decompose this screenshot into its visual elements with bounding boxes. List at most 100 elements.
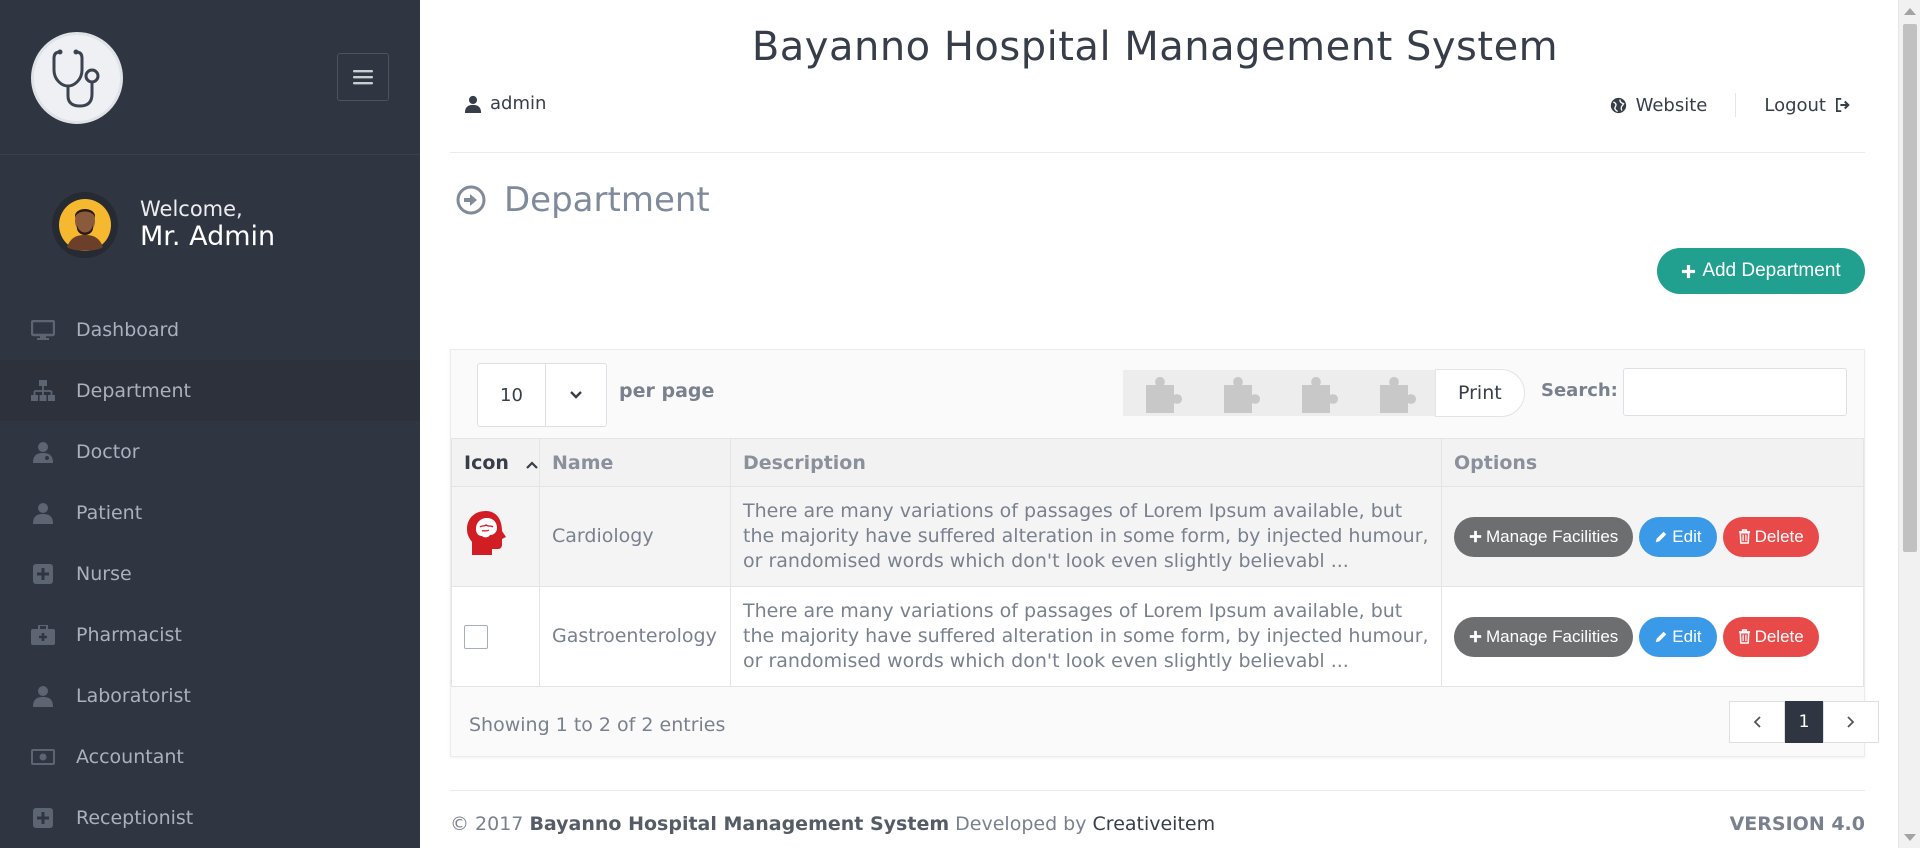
user-icon [464,95,482,113]
main-content: Bayanno Hospital Management System admin… [420,0,1898,848]
footer-copyright: © 2017 Bayanno Hospital Management Syste… [450,813,1215,835]
add-department-label: Add Department [1702,260,1841,281]
previous-page-button[interactable] [1729,701,1785,743]
sidebar-item-pharmacist[interactable]: Pharmacist [0,604,420,665]
sidebar-item-label: Accountant [76,745,184,768]
page-button-current[interactable]: 1 [1785,701,1823,743]
department-table-panel: 10 per page Print Search: Icon Name Desc… [450,349,1879,757]
developed-by-text: Developed by [955,813,1087,835]
logout-label: Logout [1764,94,1826,116]
current-user-link[interactable]: admin [464,93,546,114]
sidebar-item-department[interactable]: Department [0,360,420,421]
per-page-value: 10 [500,384,523,406]
search-input[interactable] [1623,368,1847,416]
print-button[interactable]: Print [1435,369,1525,417]
column-header-icon[interactable]: Icon [451,438,540,487]
sitemap-icon [30,379,56,402]
sign-out-icon [1836,98,1850,112]
plus-icon [1469,530,1482,543]
page-scrollbar[interactable] [1898,0,1920,848]
delete-button[interactable]: Delete [1722,616,1819,657]
sidebar-item-accountant[interactable]: Accountant [0,726,420,787]
sidebar-item-patient[interactable]: Patient [0,482,420,543]
sidebar-item-doctor[interactable]: Doctor [0,421,420,482]
footer-divider [450,790,1865,791]
sidebar-item-label: Doctor [76,440,140,463]
brain-head-icon [467,511,506,555]
trash-icon [1738,529,1750,544]
footer-system-name: Bayanno Hospital Management System [529,813,950,835]
table-row: Gastroenterology There are many variatio… [451,586,1864,687]
puzzle-icon [1224,377,1260,413]
scroll-up-arrow-icon[interactable] [1904,8,1916,15]
column-header-description[interactable]: Description [730,438,1442,487]
edit-button[interactable]: Edit [1639,516,1717,557]
sidebar-item-label: Laboratorist [76,684,191,707]
department-name: Gastroenterology [539,586,731,687]
sidebar-item-receptionist[interactable]: Receptionist [0,787,420,848]
current-user-name: admin [490,93,547,114]
pencil-icon [1656,531,1667,542]
plus-square-icon [30,563,56,585]
user-md-icon [30,441,56,463]
user-icon [30,685,56,707]
sidebar-item-nurse[interactable]: Nurse [0,543,420,604]
manage-facilities-button[interactable]: Manage Facilities [1454,516,1634,557]
sidebar-item-label: Nurse [76,562,132,585]
stethoscope-logo-icon[interactable] [31,32,123,124]
developer-link[interactable]: Creativeitem [1093,813,1216,835]
plus-square-icon [30,807,56,829]
add-department-button[interactable]: Add Department [1657,248,1865,294]
chevron-down-icon [545,364,606,426]
sidebar-item-label: Dashboard [76,318,180,341]
header-divider [450,152,1865,153]
scrollbar-thumb[interactable] [1903,24,1917,552]
export-button[interactable] [1279,370,1357,416]
options-cell: Manage Facilities Edit Delete [1441,586,1864,687]
money-icon [30,746,56,768]
arrow-circle-right-icon [456,185,486,215]
edit-button[interactable]: Edit [1639,616,1717,657]
copyright-year: © 2017 [450,813,524,835]
department-icon-cell [451,486,540,587]
logout-link[interactable]: Logout [1764,95,1851,116]
per-page-label: per page [619,380,715,402]
sidebar: Welcome, Mr. Admin Dashboard Department … [0,0,420,848]
sort-up-icon [525,460,538,469]
next-page-button[interactable] [1823,701,1879,743]
table-header-row: Icon Name Description Options [451,438,1864,487]
per-page-select[interactable]: 10 [477,363,607,427]
options-cell: Manage Facilities Edit Delete [1441,486,1864,587]
sidebar-toggle-button[interactable] [337,53,389,101]
user-profile: Welcome, Mr. Admin [52,192,275,258]
search-label: Search: [1541,380,1618,401]
puzzle-icon [1302,377,1338,413]
medkit-icon [30,624,56,646]
avatar[interactable] [52,192,118,258]
department-name: Cardiology [539,486,731,587]
user-icon [30,502,56,524]
monitor-icon [30,319,56,341]
website-link[interactable]: Website [1610,95,1707,116]
trash-icon [1738,629,1750,644]
export-button[interactable] [1357,370,1435,416]
row-checkbox[interactable] [464,624,488,649]
puzzle-icon [1380,377,1416,413]
department-table: Icon Name Description Options Cardiology… [451,438,1864,687]
manage-facilities-button[interactable]: Manage Facilities [1454,616,1634,657]
chevron-right-icon [1847,716,1855,728]
sidebar-item-dashboard[interactable]: Dashboard [0,299,420,360]
scroll-down-arrow-icon[interactable] [1904,834,1916,841]
pagination: 1 [1729,701,1879,743]
app-title: Bayanno Hospital Management System [751,24,1559,70]
header-links: Website Logout [1610,93,1851,117]
delete-button[interactable]: Delete [1722,516,1819,557]
sidebar-item-laboratorist[interactable]: Laboratorist [0,665,420,726]
page-title: Department [504,180,710,220]
department-description: There are many variations of passages of… [730,486,1442,587]
export-button[interactable] [1123,370,1201,416]
column-header-name[interactable]: Name [539,438,731,487]
sidebar-item-label: Receptionist [76,806,194,829]
export-button[interactable] [1201,370,1279,416]
table-info: Showing 1 to 2 of 2 entries [469,714,726,736]
